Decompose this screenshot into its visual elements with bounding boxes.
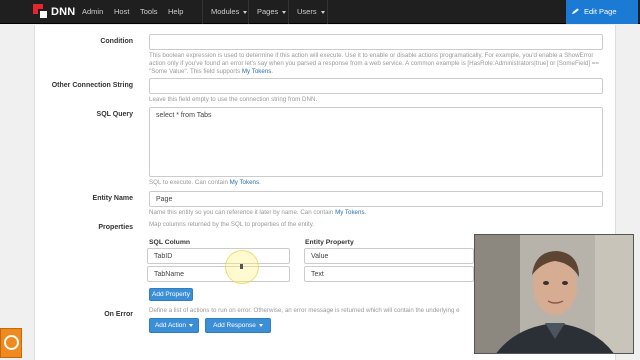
add-action-label: Add Action <box>154 322 187 329</box>
pages-dropdown[interactable]: Pages <box>248 0 288 24</box>
condition-help: This boolean expression is used to deter… <box>149 52 600 75</box>
entity-name-label: Entity Name <box>92 195 133 202</box>
properties-help: Map columns returned by the SQL to prope… <box>149 221 315 228</box>
add-property-button[interactable]: Add Property <box>149 288 193 301</box>
connection-string-input[interactable] <box>149 78 603 94</box>
nav-help[interactable]: Help <box>166 0 185 24</box>
my-tokens-link[interactable]: My Tokens <box>230 179 259 186</box>
refresh-icon <box>4 335 19 350</box>
entity-property-header: Entity Property <box>305 239 354 246</box>
edit-page-button[interactable]: Edit Page <box>566 0 638 24</box>
my-tokens-link[interactable]: My Tokens <box>335 209 364 216</box>
edit-page-label: Edit Page <box>584 7 617 16</box>
logo-text: DNN <box>51 6 76 18</box>
on-error-help: Define a list of actions to run on error… <box>149 307 460 314</box>
sql-query-help: SQL to execute. Can contain My Tokens. <box>149 179 261 186</box>
entity-property-input[interactable]: Text <box>304 266 474 282</box>
sql-column-input[interactable]: TabID <box>147 248 290 264</box>
chevron-down-icon <box>282 10 287 14</box>
pencil-icon <box>572 8 579 15</box>
connection-string-help: Leave this field empty to use the connec… <box>149 96 318 103</box>
control-bar: DNN Admin Host Tools Help Modules Pages … <box>0 0 640 24</box>
on-error-label: On Error <box>104 311 133 318</box>
presenter-video <box>475 235 633 353</box>
modules-dropdown[interactable]: Modules <box>202 0 248 24</box>
webcam-overlay <box>474 234 634 354</box>
feedback-widget[interactable] <box>0 328 22 358</box>
add-response-button[interactable]: Add Response <box>205 318 271 333</box>
connection-string-label: Other Connection String <box>51 82 133 89</box>
nav-tools[interactable]: Tools <box>138 0 160 24</box>
condition-label: Condition <box>100 38 133 45</box>
sql-query-label: SQL Query <box>96 111 133 118</box>
condition-input[interactable] <box>149 34 603 50</box>
users-label: Users <box>297 7 317 16</box>
sql-column-header: SQL Column <box>149 239 191 246</box>
dnn-logo-icon <box>33 4 49 20</box>
entity-name-input[interactable]: Page <box>149 191 603 207</box>
sql-column-input[interactable]: TabName <box>147 266 290 282</box>
chevron-down-icon <box>258 323 263 327</box>
entity-name-help: Name this entity so you can reference it… <box>149 209 367 216</box>
add-response-label: Add Response <box>213 322 256 329</box>
pages-label: Pages <box>257 7 279 16</box>
modules-label: Modules <box>211 7 240 16</box>
nav-host[interactable]: Host <box>112 0 131 24</box>
entity-property-input[interactable]: Value <box>304 248 474 264</box>
add-action-button[interactable]: Add Action <box>149 318 199 333</box>
chevron-down-icon <box>189 323 194 327</box>
users-dropdown[interactable]: Users <box>288 0 328 24</box>
dnn-logo[interactable]: DNN <box>33 3 75 21</box>
properties-label: Properties <box>98 224 133 231</box>
chevron-down-icon <box>243 10 248 14</box>
chevron-down-icon <box>320 10 325 14</box>
mouse-cursor-icon <box>240 264 243 269</box>
my-tokens-link[interactable]: My Tokens <box>242 68 271 75</box>
nav-admin[interactable]: Admin <box>80 0 105 24</box>
sql-query-textarea[interactable]: select * from Tabs <box>149 107 603 177</box>
